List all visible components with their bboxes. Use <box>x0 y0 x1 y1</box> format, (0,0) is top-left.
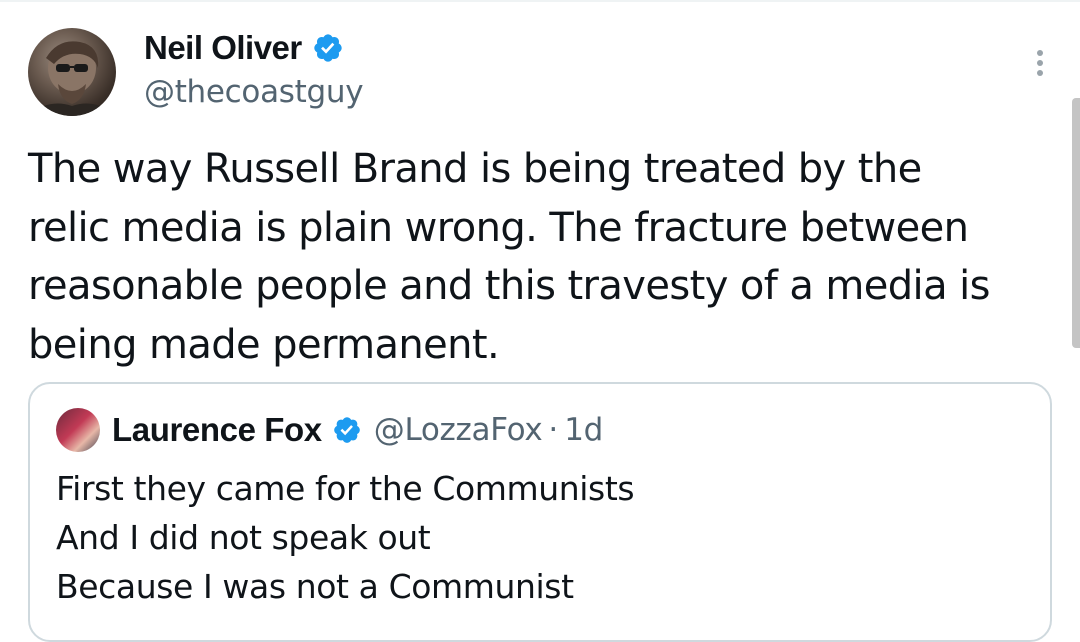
verified-badge-icon <box>333 417 360 443</box>
author-info: Neil Oliver @thecoastguy <box>144 28 364 110</box>
verified-badge-icon <box>314 34 342 62</box>
quoted-tweet-line: Because I was not a Communist <box>56 567 574 606</box>
quoted-tweet-header: Laurence Fox @LozzaFox · 1d <box>56 408 603 452</box>
quoted-tweet-timestamp[interactable]: 1d <box>564 412 603 448</box>
tweet-text-line: being made permanent. <box>28 321 500 368</box>
quoted-tweet-text: First they came for the Communists And I… <box>56 464 635 611</box>
tweet-text-line: reasonable people and this travesty of a… <box>28 263 990 309</box>
quoted-author-handle[interactable]: @LozzaFox <box>374 412 543 448</box>
quoted-author-display-name[interactable]: Laurence Fox <box>112 411 322 449</box>
quoted-author-avatar[interactable] <box>56 408 100 452</box>
tweet-text: The way Russell Brand is being treated b… <box>28 140 1052 374</box>
quoted-tweet-card[interactable]: Laurence Fox @LozzaFox · 1d First they c… <box>28 382 1052 642</box>
dot-separator: · <box>548 412 559 448</box>
avatar-image <box>28 41 116 116</box>
top-divider <box>0 0 1080 2</box>
scrollbar[interactable] <box>1072 98 1080 348</box>
author-display-name[interactable]: Neil Oliver <box>144 29 302 67</box>
quoted-tweet-line: First they came for the Communists <box>56 469 635 508</box>
tweet-text-line: relic media is plain wrong. The fracture… <box>28 204 969 251</box>
tweet-text-line: The way Russell Brand is being treated b… <box>28 146 922 192</box>
more-vertical-icon[interactable] <box>1034 50 1046 80</box>
quoted-tweet-line: And I did not speak out <box>56 518 431 557</box>
author-handle[interactable]: @thecoastguy <box>144 74 364 110</box>
author-avatar[interactable] <box>28 28 116 116</box>
